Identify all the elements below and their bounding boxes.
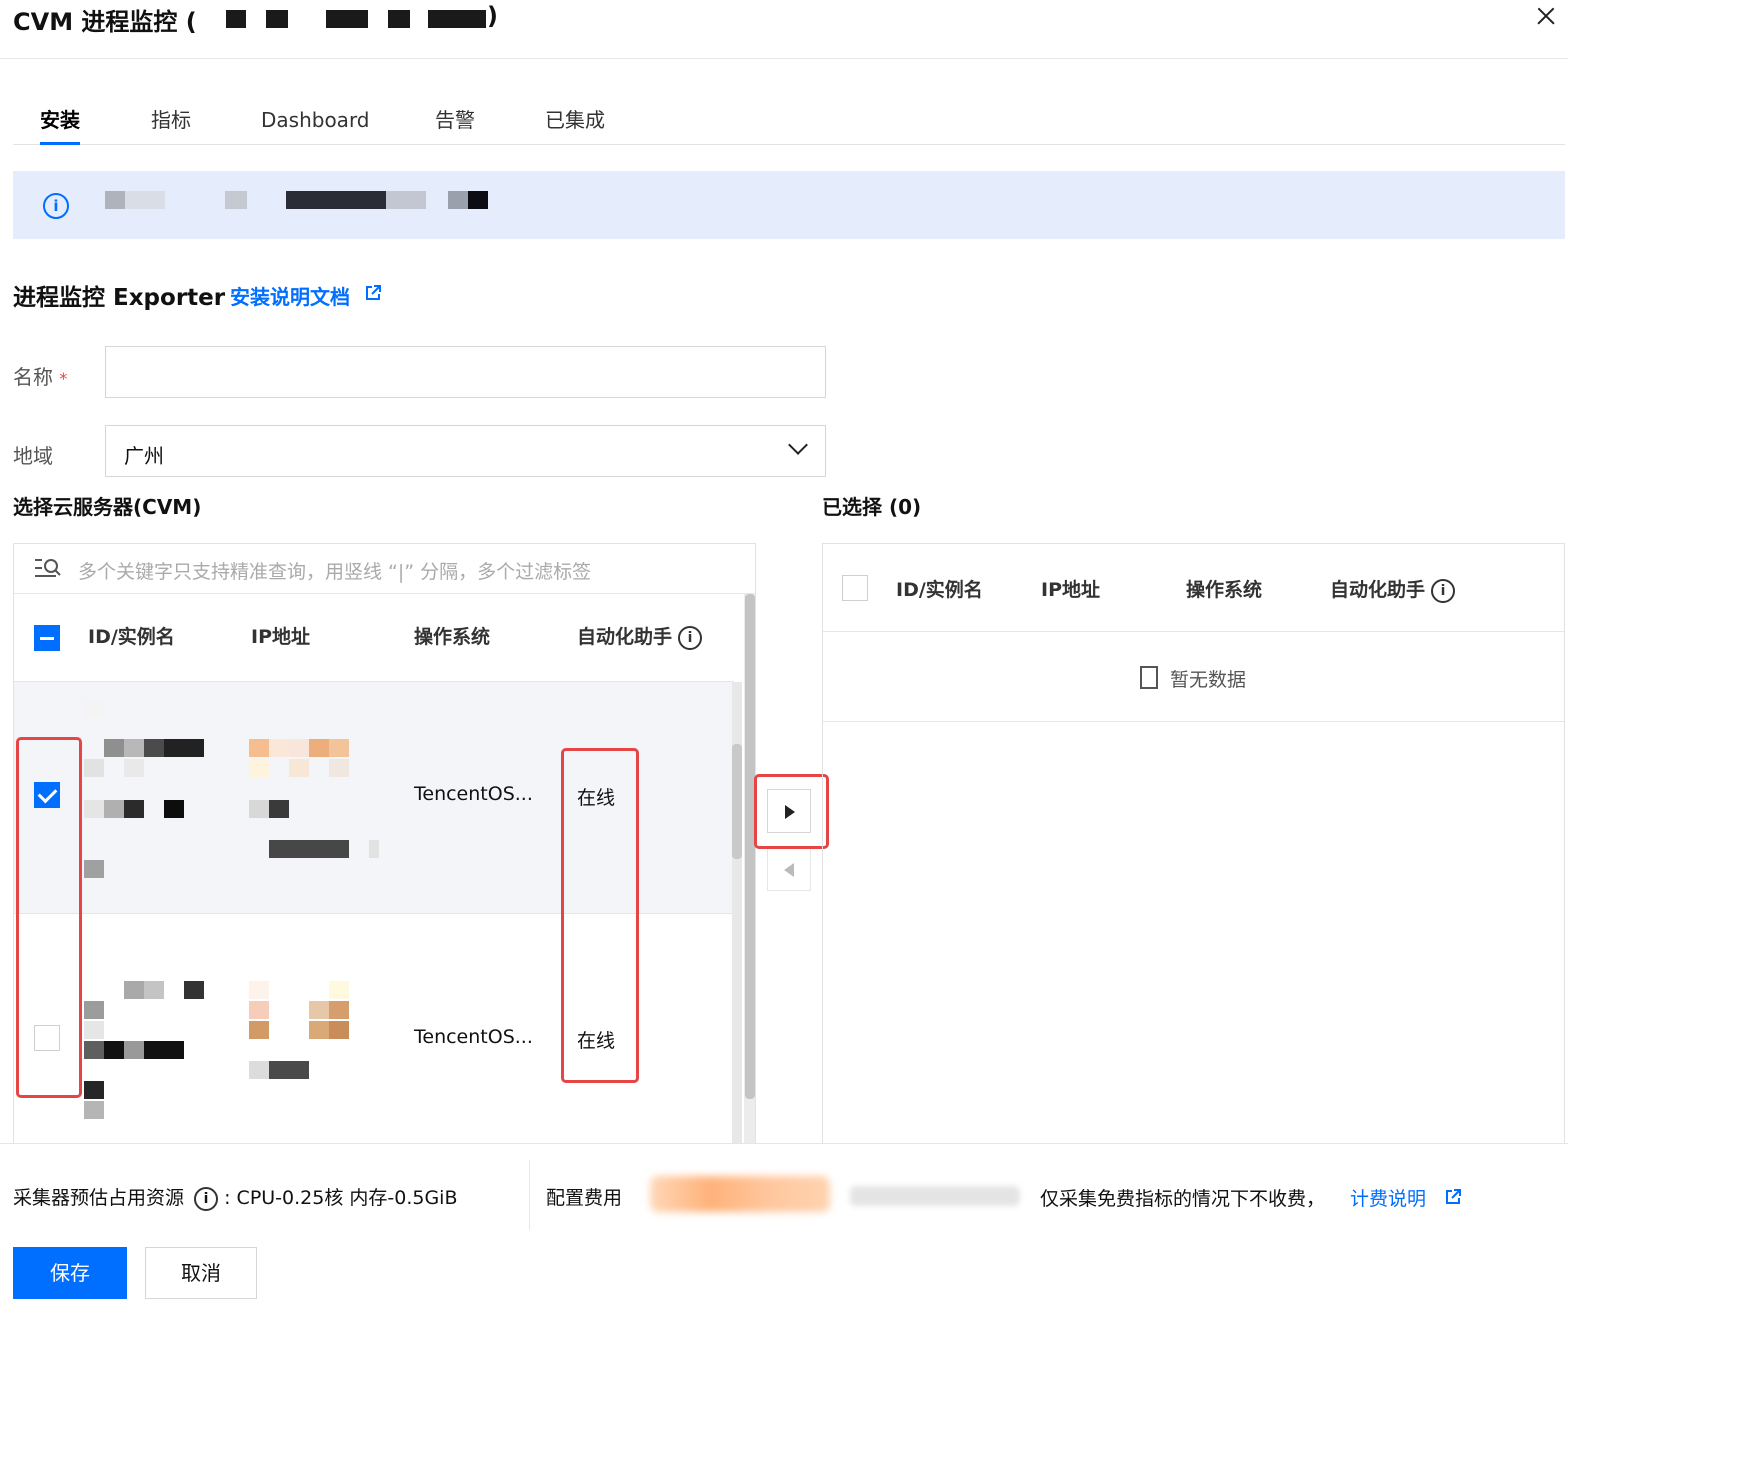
move-left-button[interactable]	[767, 847, 811, 891]
tab-integrated[interactable]: 已集成	[545, 104, 605, 144]
billing-doc-link[interactable]: 计费说明	[1350, 1184, 1426, 1211]
info-icon: i	[43, 193, 69, 219]
col-id-name: ID/实例名	[88, 626, 175, 648]
region-select[interactable]: 广州	[105, 425, 826, 477]
cvm-source-table: 多个关键字只支持精准查询，用竖线 “|” 分隔，多个过滤标签 ID/实例名 IP…	[13, 543, 756, 1143]
header-divider	[0, 58, 1568, 59]
search-placeholder: 多个关键字只支持精准查询，用竖线 “|” 分隔，多个过滤标签	[78, 561, 592, 583]
tab-bar: 安装 指标 Dashboard 告警 已集成	[13, 104, 1565, 145]
empty-state-text: 暂无数据	[1170, 669, 1247, 691]
cancel-button[interactable]: 取消	[145, 1247, 257, 1299]
region-label: 地域	[13, 444, 53, 468]
select-all-checkbox[interactable]	[842, 575, 868, 601]
dialog-title-close-paren: )	[487, 2, 498, 30]
tab-install[interactable]: 安装	[40, 104, 80, 145]
tab-dashboard[interactable]: Dashboard	[261, 104, 370, 144]
fee-label: 配置费用	[546, 1187, 623, 1209]
fee-note: 仅采集免费指标的情况下不收费，	[1040, 1188, 1326, 1210]
resource-value: : CPU-0.25核 内存-0.5GiB	[224, 1187, 458, 1209]
info-banner: i	[13, 171, 1565, 239]
footer-divider	[0, 1143, 1568, 1144]
select-all-checkbox[interactable]	[34, 625, 60, 651]
region-value: 广州	[124, 444, 164, 468]
search-filter-icon	[35, 559, 61, 577]
col-os: 操作系统	[1186, 579, 1263, 601]
info-icon[interactable]: i	[194, 1186, 219, 1211]
info-icon[interactable]: i	[678, 625, 703, 650]
tab-alarm[interactable]: 告警	[435, 104, 475, 144]
external-link-icon[interactable]	[1444, 1188, 1462, 1206]
tab-metrics[interactable]: 指标	[151, 104, 191, 144]
os-cell: TencentOS...	[414, 1026, 533, 1048]
dialog-title: CVM 进程监控 (	[13, 8, 197, 36]
highlight-checkbox-column	[16, 737, 82, 1098]
install-doc-link[interactable]: 安装说明文档	[230, 281, 350, 310]
col-agent: 自动化助手 i	[577, 622, 703, 650]
highlight-move-right-button	[754, 774, 829, 849]
redacted-fee-amount	[650, 1176, 830, 1212]
cvm-selected-table: ID/实例名 IP地址 操作系统 自动化助手 i 暂无数据	[822, 543, 1565, 1143]
close-icon[interactable]	[1532, 2, 1560, 30]
name-input[interactable]	[105, 346, 826, 398]
inner-scrollbar-thumb[interactable]	[732, 744, 742, 859]
col-ip: IP地址	[251, 626, 310, 648]
select-cvm-title: 选择云服务器(CVM)	[13, 495, 202, 519]
col-os: 操作系统	[414, 626, 491, 648]
save-button[interactable]: 保存	[13, 1247, 127, 1299]
name-label: 名称 *	[13, 365, 68, 389]
os-cell: TencentOS...	[414, 783, 533, 805]
highlight-agent-status-column	[561, 748, 639, 1083]
redacted-fee-detail	[850, 1186, 1020, 1206]
document-icon	[1140, 666, 1158, 689]
resource-label: 采集器预估占用资源 i : CPU-0.25核 内存-0.5GiB	[13, 1186, 458, 1211]
chevron-down-icon	[788, 435, 808, 455]
scrollbar-track	[744, 594, 755, 1143]
info-icon[interactable]: i	[1431, 578, 1456, 603]
col-id-name: ID/实例名	[896, 579, 983, 601]
scrollbar-thumb[interactable]	[745, 594, 755, 1099]
arrow-left-icon	[784, 863, 794, 877]
external-link-icon[interactable]	[364, 284, 382, 302]
col-agent: 自动化助手 i	[1330, 575, 1456, 603]
col-ip: IP地址	[1041, 579, 1100, 601]
selected-title: 已选择 (0)	[822, 495, 922, 519]
redacted-title-segment	[200, 6, 500, 30]
section-title: 进程监控 Exporter	[13, 285, 226, 311]
cvm-search-bar[interactable]: 多个关键字只支持精准查询，用竖线 “|” 分隔，多个过滤标签	[14, 544, 755, 594]
